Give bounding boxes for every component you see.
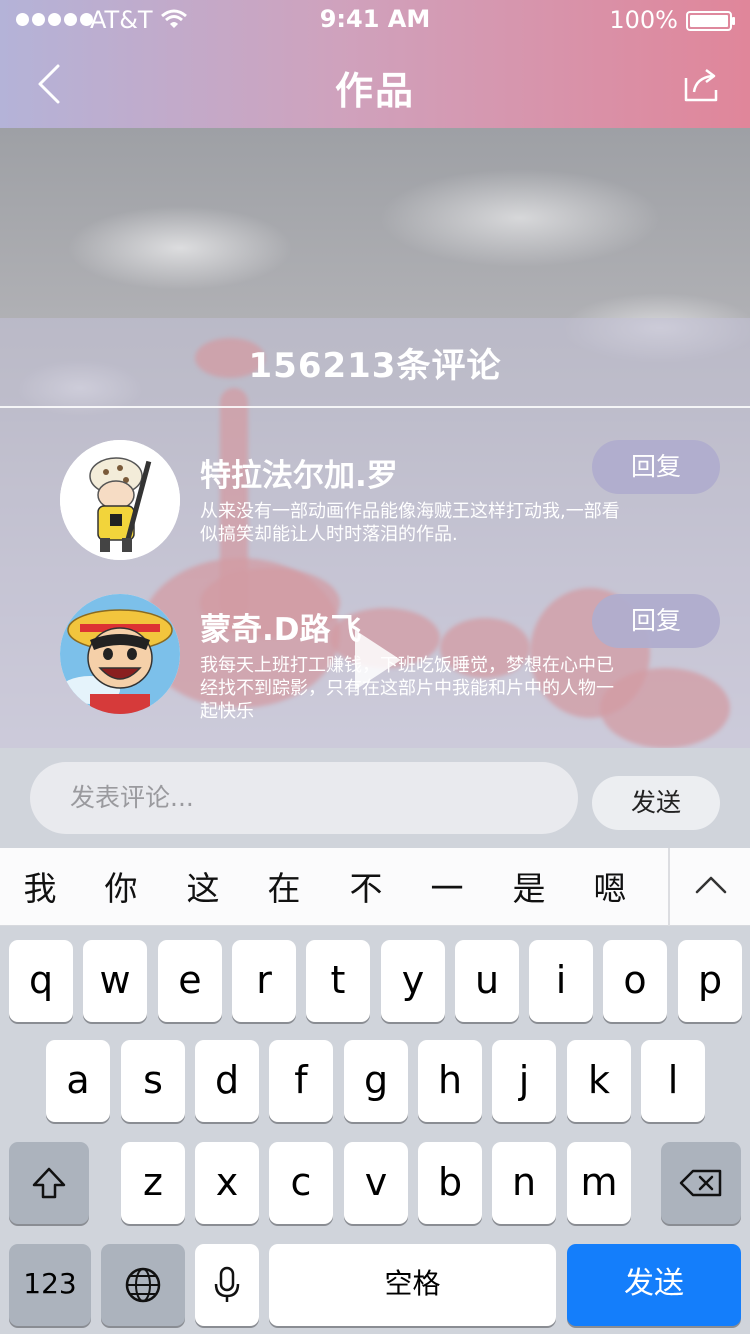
microphone-icon	[214, 1266, 240, 1302]
key-g[interactable]: g	[344, 1040, 408, 1122]
avatar[interactable]	[60, 594, 180, 714]
divider	[668, 848, 670, 926]
work-photo: 156213条评论 特拉法尔加.罗 从来没有一部动画作品能像海贼王这样打动我,一…	[0, 128, 750, 748]
shift-icon	[32, 1167, 66, 1199]
key-e[interactable]: e	[158, 940, 222, 1022]
key-k[interactable]: k	[567, 1040, 631, 1122]
shift-key[interactable]	[9, 1142, 89, 1224]
reply-button[interactable]: 回复	[592, 594, 720, 648]
key-r[interactable]: r	[232, 940, 296, 1022]
key-d[interactable]: d	[195, 1040, 259, 1122]
key-j[interactable]: j	[492, 1040, 556, 1122]
key-v[interactable]: v	[344, 1142, 408, 1224]
play-icon[interactable]	[335, 620, 415, 700]
candidate-word[interactable]: 你	[101, 862, 141, 910]
microphone-key[interactable]	[195, 1244, 259, 1326]
divider	[0, 406, 750, 408]
candidate-word[interactable]: 在	[264, 862, 304, 910]
key-u[interactable]: u	[455, 940, 519, 1022]
comment-text: 从来没有一部动画作品能像海贼王这样打动我,一部看似搞笑却能让人时时落泪的作品.	[200, 501, 620, 545]
chevron-up-icon[interactable]	[693, 868, 729, 904]
key-q[interactable]: q	[9, 940, 73, 1022]
comment-username[interactable]: 特拉法尔加.罗	[200, 450, 398, 495]
page-title: 作品	[334, 69, 415, 113]
key-f[interactable]: f	[269, 1040, 333, 1122]
globe-key[interactable]	[101, 1244, 185, 1326]
key-b[interactable]: b	[418, 1142, 482, 1224]
share-icon[interactable]	[682, 64, 722, 104]
comment-input[interactable]: 发表评论...	[30, 762, 578, 834]
battery-percent: 100%	[609, 6, 678, 34]
candidate-word[interactable]: 这	[183, 862, 223, 910]
key-l[interactable]: l	[641, 1040, 705, 1122]
key-o[interactable]: o	[603, 940, 667, 1022]
status-bar: AT&T 9:41 AM 100%	[0, 0, 750, 40]
key-a[interactable]: a	[46, 1040, 110, 1122]
key-s[interactable]: s	[121, 1040, 185, 1122]
key-x[interactable]: x	[195, 1142, 259, 1224]
backspace-icon	[679, 1169, 722, 1197]
candidate-word[interactable]: 不	[346, 862, 386, 910]
candidate-word[interactable]: 一	[427, 862, 467, 910]
key-m[interactable]: m	[567, 1142, 631, 1224]
key-h[interactable]: h	[418, 1040, 482, 1122]
key-p[interactable]: p	[678, 940, 742, 1022]
avatar-law-icon	[60, 440, 180, 560]
avatar-luffy-icon	[60, 594, 180, 714]
space-key[interactable]: 空格	[269, 1244, 556, 1326]
key-t[interactable]: t	[306, 940, 370, 1022]
header: AT&T 9:41 AM 100% 作品	[0, 0, 750, 128]
globe-icon	[125, 1267, 161, 1303]
keyboard: q w e r t y u i o p a s d f g h j k l z …	[0, 926, 750, 1334]
comment-input-bar: 发表评论... 发送	[0, 748, 750, 848]
comment-count: 156213条评论	[248, 346, 502, 386]
key-y[interactable]: y	[381, 940, 445, 1022]
candidate-word[interactable]: 我	[20, 862, 60, 910]
battery-icon	[686, 11, 735, 31]
candidate-word[interactable]: 嗯	[590, 862, 630, 910]
candidate-bar: 我 你 这 在 不 一 是 嗯	[0, 848, 750, 926]
send-comment-button[interactable]: 发送	[592, 776, 720, 830]
reply-button[interactable]: 回复	[592, 440, 720, 494]
avatar[interactable]	[60, 440, 180, 560]
send-key[interactable]: 发送	[567, 1244, 741, 1326]
comment-item: 特拉法尔加.罗 从来没有一部动画作品能像海贼王这样打动我,一部看似搞笑却能让人时…	[0, 440, 750, 570]
key-c[interactable]: c	[269, 1142, 333, 1224]
key-n[interactable]: n	[492, 1142, 556, 1224]
numbers-key[interactable]: 123	[9, 1244, 91, 1326]
key-w[interactable]: w	[83, 940, 147, 1022]
key-z[interactable]: z	[121, 1142, 185, 1224]
candidate-word[interactable]: 是	[509, 862, 549, 910]
key-i[interactable]: i	[529, 940, 593, 1022]
delete-key[interactable]	[661, 1142, 741, 1224]
